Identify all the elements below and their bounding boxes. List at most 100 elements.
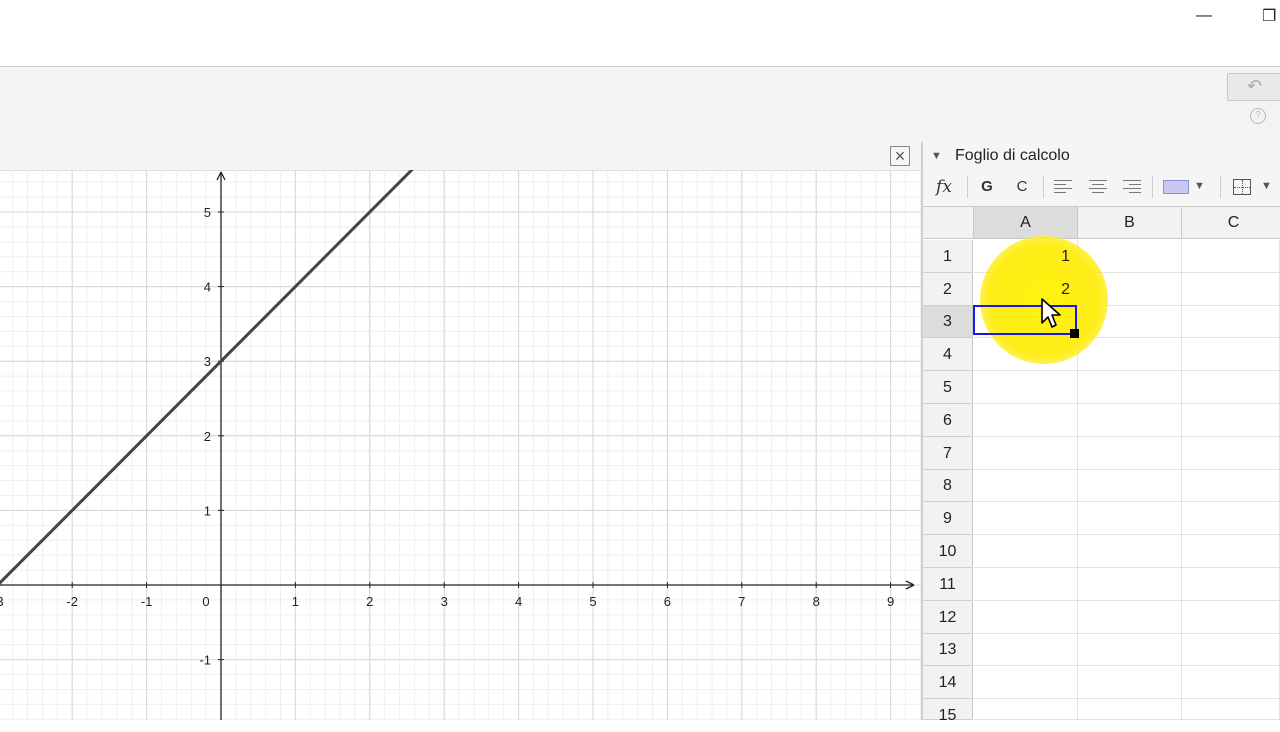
corner-header[interactable] [923, 207, 974, 239]
cell-b14[interactable] [1078, 666, 1182, 699]
cell-a6[interactable] [974, 404, 1078, 437]
align-center-icon[interactable] [1089, 179, 1109, 195]
cell-c3[interactable] [1182, 306, 1280, 338]
italic-button[interactable]: C [1012, 175, 1032, 199]
cell-b13[interactable] [1078, 634, 1182, 666]
cell-c10[interactable] [1182, 535, 1280, 568]
cell-b11[interactable] [1078, 568, 1182, 601]
cell-b4[interactable] [1078, 338, 1182, 371]
row-header-11[interactable]: 11 [923, 568, 973, 601]
minimize-icon[interactable]: — [1196, 8, 1216, 24]
x-tick-label: 7 [738, 594, 745, 609]
y-tick-label: 1 [204, 503, 211, 518]
cell-a15[interactable] [974, 699, 1078, 720]
cell-c7[interactable] [1182, 437, 1280, 470]
y-tick-label: 2 [204, 429, 211, 444]
graphics-view[interactable]: -3 -2 -1 0 1 2 3 4 5 6 7 8 9 -1 1 2 3 4 5 [0, 170, 921, 720]
cell-c14[interactable] [1182, 666, 1280, 699]
collapse-arrow-icon[interactable]: ▼ [931, 150, 943, 162]
y-tick-label: 5 [204, 205, 211, 220]
cell-c9[interactable] [1182, 502, 1280, 535]
background-color-icon[interactable] [1163, 180, 1189, 194]
x-tick-label: 3 [441, 594, 448, 609]
close-icon[interactable]: × [890, 146, 910, 166]
row-header-2[interactable]: 2 [923, 273, 973, 306]
cell-b5[interactable] [1078, 371, 1182, 404]
x-tick-label: 1 [292, 594, 299, 609]
x-tick-label: 5 [589, 594, 596, 609]
cell-c4[interactable] [1182, 338, 1280, 371]
cell-a13[interactable] [974, 634, 1078, 666]
align-left-icon[interactable] [1054, 179, 1074, 195]
borders-icon[interactable] [1233, 179, 1251, 195]
row-header-15[interactable]: 15 [923, 699, 973, 724]
x-tick-label: 6 [664, 594, 671, 609]
cell-a14[interactable] [974, 666, 1078, 699]
toolbar-separator [967, 176, 968, 198]
cell-a8[interactable] [974, 470, 1078, 502]
cell-b9[interactable] [1078, 502, 1182, 535]
toolbar-separator [1043, 176, 1044, 198]
y-tick-label: 4 [204, 280, 211, 295]
row-header-9[interactable]: 9 [923, 502, 973, 535]
cell-a5[interactable] [974, 371, 1078, 404]
cell-b7[interactable] [1078, 437, 1182, 470]
row-header-5[interactable]: 5 [923, 371, 973, 404]
x-tick-label: -3 [0, 594, 4, 609]
row-header-8[interactable]: 8 [923, 470, 973, 502]
cell-c2[interactable] [1182, 273, 1280, 306]
cell-a12[interactable] [974, 601, 1078, 634]
formula-icon[interactable]: fx [929, 175, 959, 199]
align-right-icon[interactable] [1123, 179, 1143, 195]
column-header-a[interactable]: A [974, 207, 1078, 239]
help-icon[interactable]: ? [1250, 108, 1266, 124]
row-header-6[interactable]: 6 [923, 404, 973, 437]
cell-b8[interactable] [1078, 470, 1182, 502]
cell-a1[interactable]: 1 [974, 240, 1078, 273]
cell-c5[interactable] [1182, 371, 1280, 404]
cell-c6[interactable] [1182, 404, 1280, 437]
x-tick-label: 4 [515, 594, 522, 609]
cell-c11[interactable] [1182, 568, 1280, 601]
cell-b10[interactable] [1078, 535, 1182, 568]
cell-c12[interactable] [1182, 601, 1280, 634]
cell-c8[interactable] [1182, 470, 1280, 502]
chevron-down-icon[interactable]: ▼ [1261, 180, 1272, 192]
x-tick-label: 8 [813, 594, 820, 609]
cell-b6[interactable] [1078, 404, 1182, 437]
x-tick-label: 0 [202, 594, 209, 609]
fill-handle[interactable] [1070, 329, 1079, 338]
toolbar-separator [1152, 176, 1153, 198]
y-tick-label: -1 [199, 653, 211, 668]
restore-icon[interactable]: ❐ [1262, 6, 1280, 25]
cell-c13[interactable] [1182, 634, 1280, 666]
cell-b12[interactable] [1078, 601, 1182, 634]
toolbar [0, 66, 1280, 143]
cell-b15[interactable] [1078, 699, 1182, 720]
x-tick-label: -1 [141, 594, 153, 609]
toolbar-separator [1220, 176, 1221, 198]
column-header-b[interactable]: B [1078, 207, 1182, 239]
undo-icon[interactable]: ↶ [1227, 73, 1280, 101]
cell-a7[interactable] [974, 437, 1078, 470]
row-header-13[interactable]: 13 [923, 634, 973, 666]
mouse-cursor-icon [1041, 298, 1061, 328]
cell-a9[interactable] [974, 502, 1078, 535]
row-header-1[interactable]: 1 [923, 240, 973, 273]
row-header-14[interactable]: 14 [923, 666, 973, 699]
spreadsheet-title: Foglio di calcolo [955, 147, 1070, 164]
row-header-12[interactable]: 12 [923, 601, 973, 634]
cell-a10[interactable] [974, 535, 1078, 568]
row-header-10[interactable]: 10 [923, 535, 973, 568]
row-header-3[interactable]: 3 [923, 306, 973, 338]
cell-a11[interactable] [974, 568, 1078, 601]
bold-button[interactable]: G [977, 175, 997, 199]
cell-c15[interactable] [1182, 699, 1280, 720]
column-header-c[interactable]: C [1182, 207, 1280, 239]
y-tick-label: 3 [204, 354, 211, 369]
x-tick-label: -2 [66, 594, 78, 609]
row-header-7[interactable]: 7 [923, 437, 973, 470]
cell-c1[interactable] [1182, 240, 1280, 273]
row-header-4[interactable]: 4 [923, 338, 973, 371]
chevron-down-icon[interactable]: ▼ [1194, 180, 1205, 192]
